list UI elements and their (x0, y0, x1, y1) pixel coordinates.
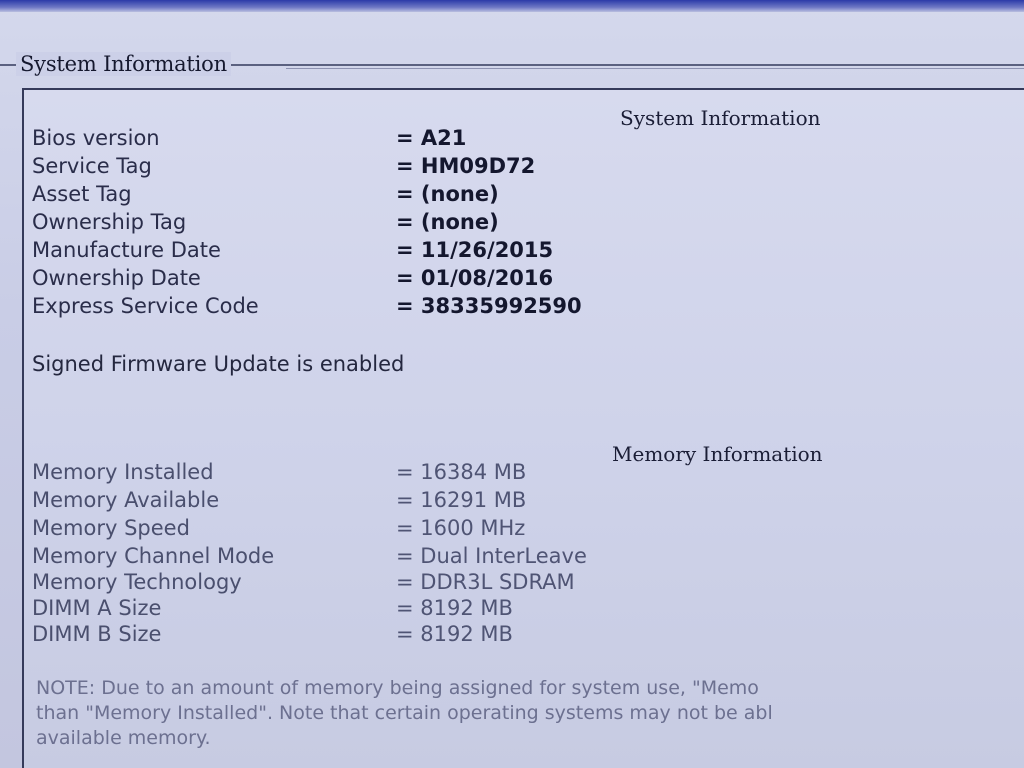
memory-row-channel-mode: Memory Channel Mode = Dual InterLeave (32, 544, 1012, 572)
row-value: = 11/26/2015 (396, 238, 554, 262)
system-information-panel: System Information Bios version = A21 Se… (22, 88, 1024, 768)
row-value: = (none) (396, 210, 499, 234)
row-label: Memory Speed (32, 516, 190, 540)
row-label: Memory Technology (32, 570, 242, 594)
note-line: than "Memory Installed". Note that certa… (36, 702, 773, 724)
memory-row-dimm-b-size: DIMM B Size = 8192 MB (32, 622, 1012, 650)
row-value: = (none) (396, 182, 499, 206)
system-row-ownership-tag: Ownership Tag = (none) (32, 210, 1012, 238)
row-label: Ownership Date (32, 266, 201, 290)
system-row-ownership-date: Ownership Date = 01/08/2016 (32, 266, 1012, 294)
row-label: Bios version (32, 126, 160, 150)
top-window-strip (0, 0, 1024, 12)
memory-row-dimm-a-size: DIMM A Size = 8192 MB (32, 596, 1012, 624)
row-value: = HM09D72 (396, 154, 536, 178)
group-border-top-inner (286, 68, 1024, 69)
row-label: Memory Installed (32, 460, 214, 484)
system-row-service-tag: Service Tag = HM09D72 (32, 154, 1012, 182)
row-value: = A21 (396, 126, 467, 150)
row-label: DIMM A Size (32, 596, 162, 620)
memory-row-speed: Memory Speed = 1600 MHz (32, 516, 1012, 544)
row-label: Manufacture Date (32, 238, 221, 262)
row-label: Memory Channel Mode (32, 544, 275, 568)
system-row-asset-tag: Asset Tag = (none) (32, 182, 1012, 210)
row-value: = 8192 MB (396, 596, 513, 620)
firmware-status-text: Signed Firmware Update is enabled (32, 352, 405, 376)
system-row-express-service-code: Express Service Code = 38335992590 (32, 294, 1012, 322)
row-value: = 38335992590 (396, 294, 582, 318)
row-label: Express Service Code (32, 294, 259, 318)
group-title: System Information (16, 52, 231, 76)
row-label: Memory Available (32, 488, 220, 512)
system-row-bios-version: Bios version = A21 (32, 126, 1012, 154)
note-line: NOTE: Due to an amount of memory being a… (36, 677, 759, 699)
memory-row-technology: Memory Technology = DDR3L SDRAM (32, 570, 1012, 598)
row-value: = DDR3L SDRAM (396, 570, 575, 594)
row-value: = 8192 MB (396, 622, 513, 646)
row-label: Ownership Tag (32, 210, 187, 234)
system-row-manufacture-date: Manufacture Date = 11/26/2015 (32, 238, 1012, 266)
row-value: = 16291 MB (396, 488, 527, 512)
note-line: available memory. (36, 727, 211, 749)
row-label: Service Tag (32, 154, 152, 178)
memory-row-installed: Memory Installed = 16384 MB (32, 460, 1012, 488)
row-value: = Dual InterLeave (396, 544, 587, 568)
row-value: = 1600 MHz (396, 516, 526, 540)
row-value: = 01/08/2016 (396, 266, 554, 290)
row-label: Asset Tag (32, 182, 132, 206)
memory-row-available: Memory Available = 16291 MB (32, 488, 1012, 516)
memory-note: NOTE: Due to an amount of memory being a… (36, 676, 1024, 751)
row-label: DIMM B Size (32, 622, 162, 646)
row-value: = 16384 MB (396, 460, 527, 484)
